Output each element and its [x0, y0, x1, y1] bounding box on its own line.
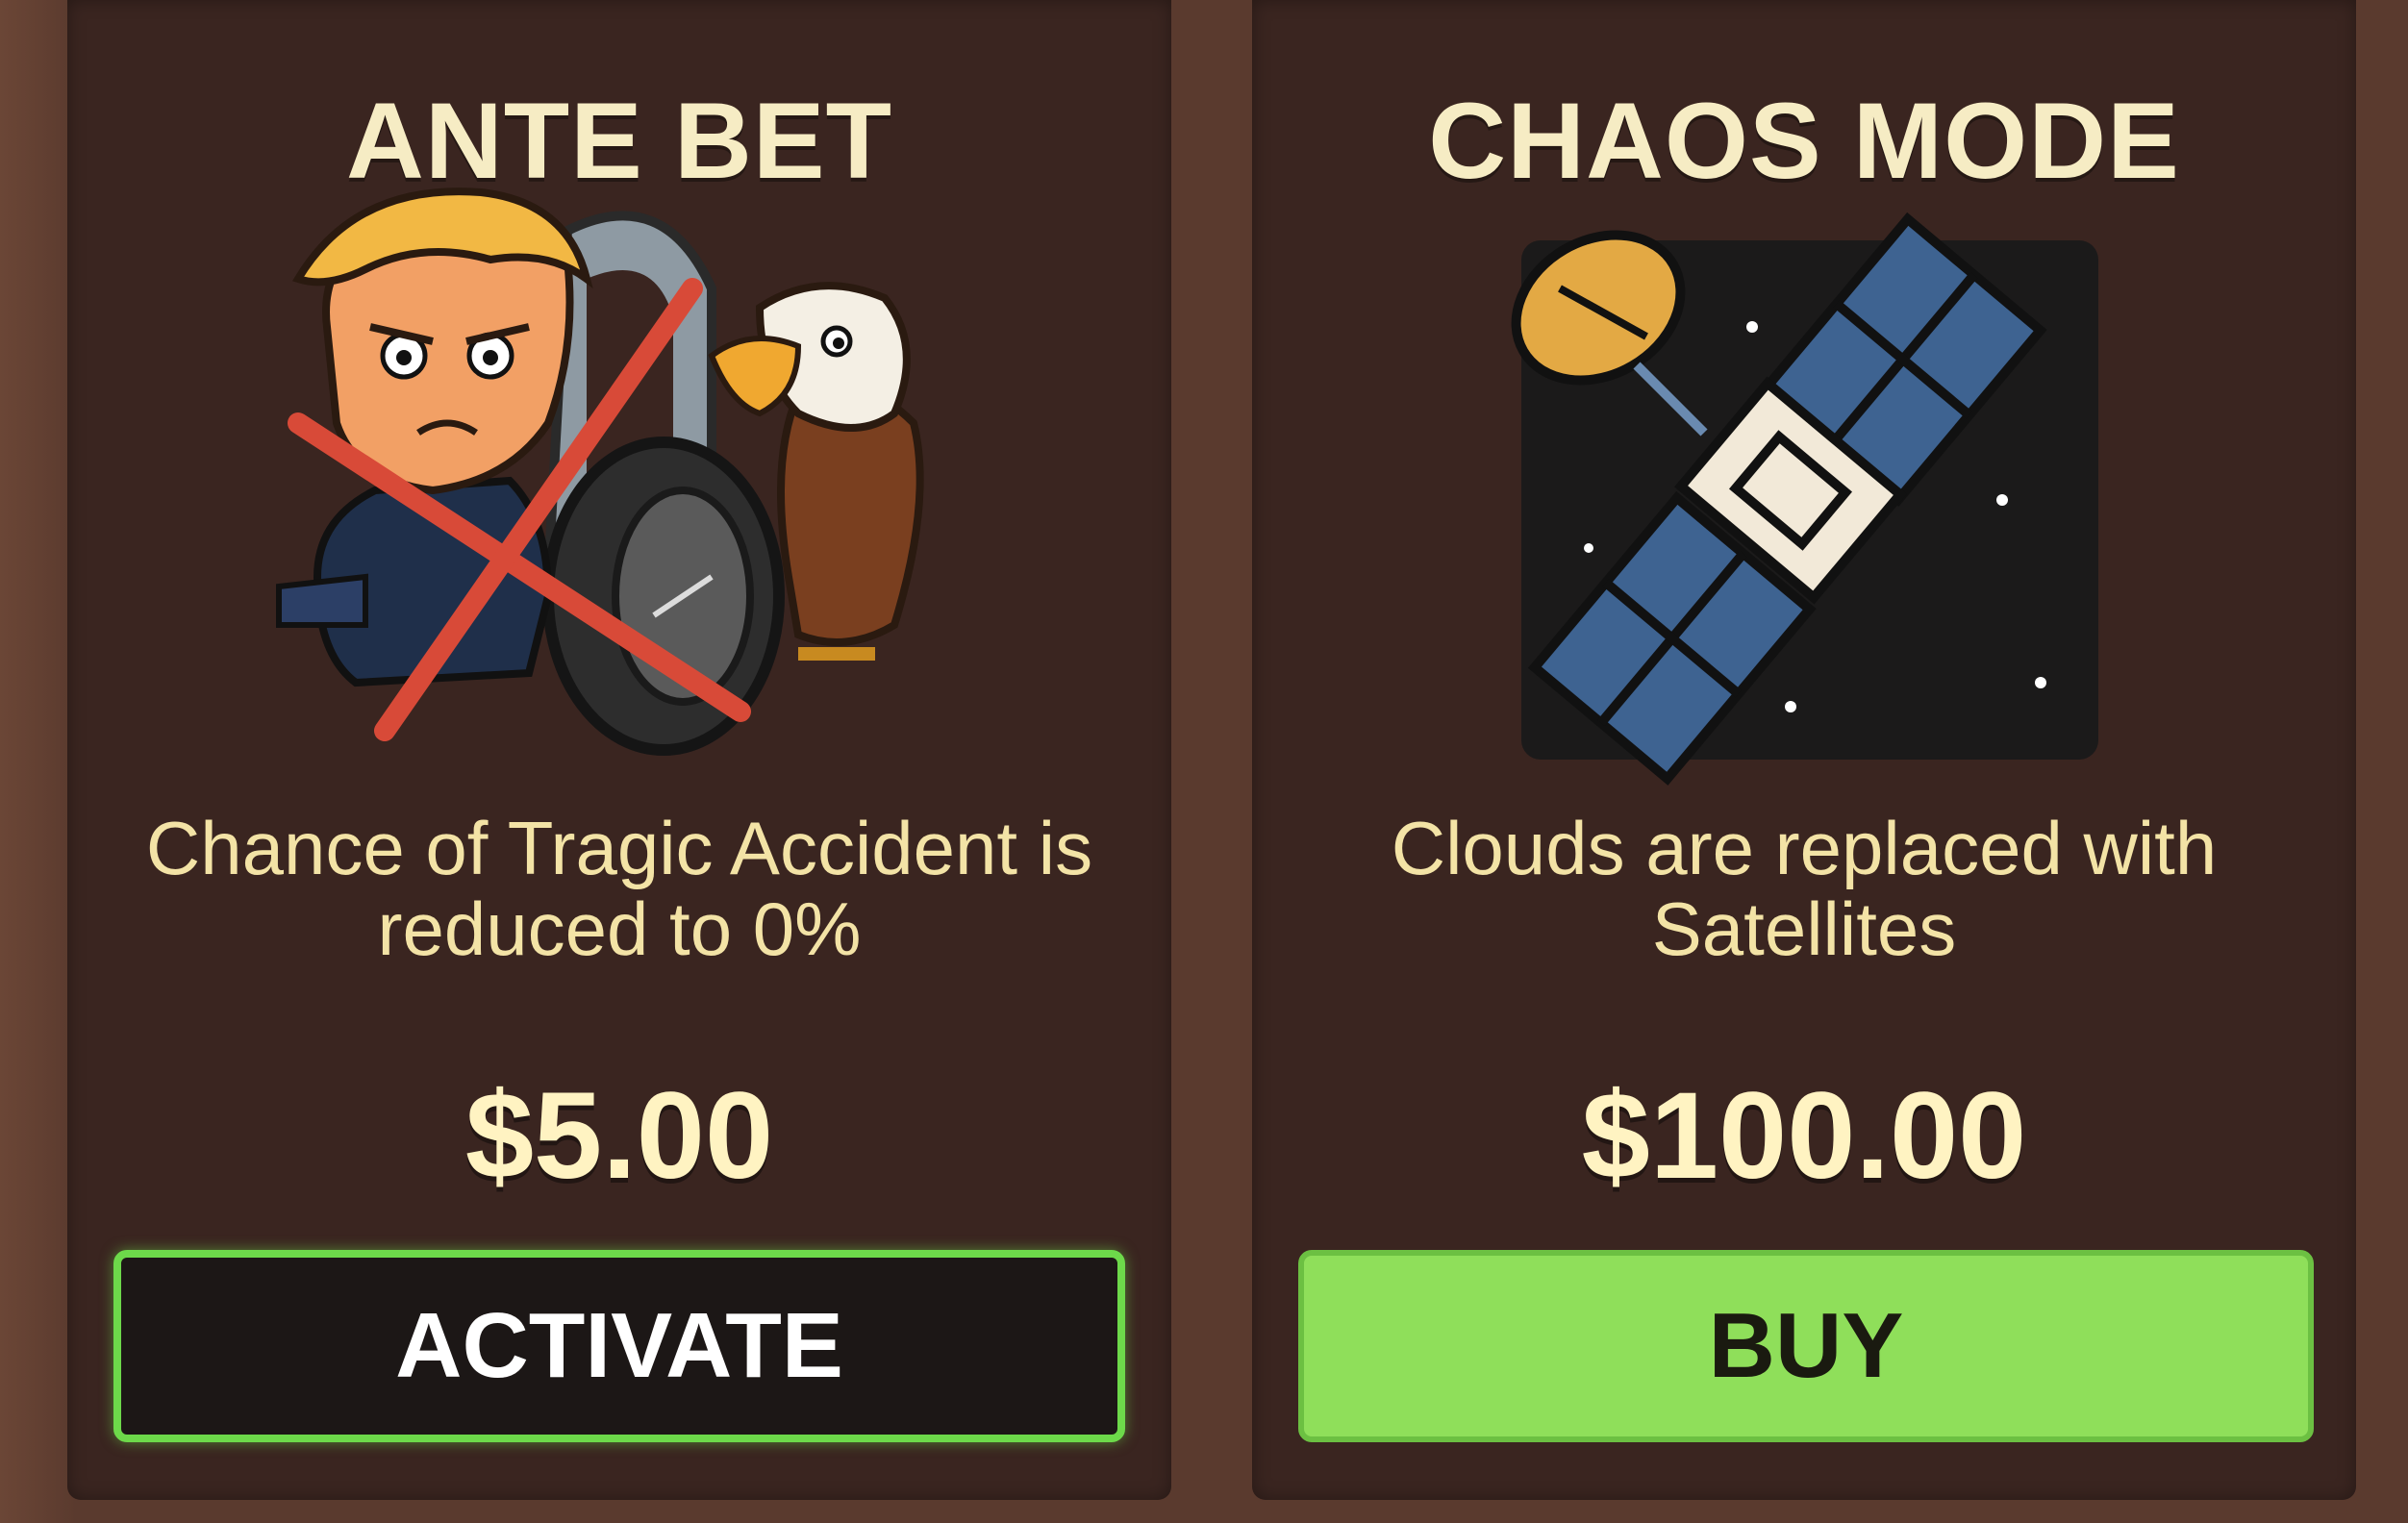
activate-button[interactable]: ACTIVATE	[113, 1250, 1125, 1442]
card-price: $100.00	[1581, 1067, 2027, 1205]
card-description: Chance of Tragic Accident is reduced to …	[145, 806, 1093, 971]
ante-bet-card: ANTE BET Chance of Tragic Accident is re…	[67, 0, 1171, 1500]
president-eagle-crossed-out-icon	[276, 187, 924, 756]
background-edge-left	[0, 0, 77, 1523]
card-price: $5.00	[464, 1067, 774, 1205]
chaos-mode-card: CHAOS MODE Clouds are replaced with Sate…	[1252, 0, 2356, 1500]
satellite-icon	[1511, 212, 2098, 786]
card-description: Clouds are replaced with Satellites	[1391, 806, 2218, 971]
buy-button[interactable]: BUY	[1298, 1250, 2314, 1442]
